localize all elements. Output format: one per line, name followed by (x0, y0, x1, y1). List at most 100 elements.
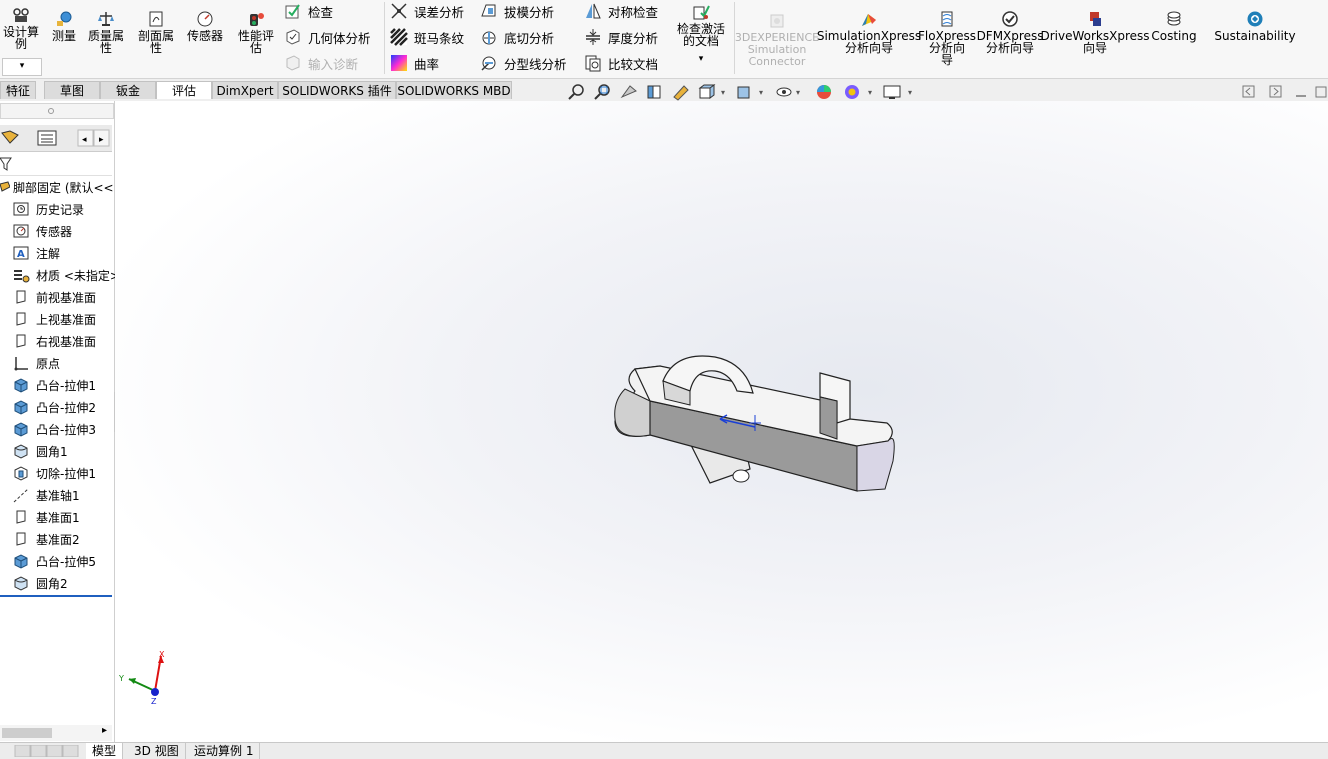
driveworksxpress-button[interactable]: DriveWorksXpress 向导 (1040, 10, 1150, 54)
filter-row[interactable] (0, 153, 112, 176)
simulationxpress-label: SimulationXpress 分析向导 (816, 29, 922, 55)
costing-button[interactable]: Costing (1150, 10, 1198, 42)
featuremanager-tab-icon[interactable] (0, 129, 24, 147)
apply-scene-icon[interactable] (845, 85, 859, 99)
tab-features[interactable]: 特征 (0, 81, 36, 99)
tab-scroll-buttons[interactable] (14, 745, 86, 757)
tree-item-label: 基准轴1 (36, 488, 80, 503)
draft-analysis-button[interactable]: 拔模分析 (480, 1, 554, 21)
restore-view-icon[interactable] (1242, 85, 1255, 98)
previous-view-icon[interactable] (620, 85, 637, 99)
curvature-label: 曲率 (414, 56, 440, 72)
tree-item[interactable]: 传感器 (12, 221, 72, 241)
tree-item[interactable]: 前视基准面 (12, 287, 96, 307)
tree-item[interactable]: 凸台-拉伸5 (12, 551, 96, 571)
tree-item[interactable]: 圆角1 (12, 441, 68, 461)
panel-splitter[interactable] (0, 103, 114, 119)
import-diagnostics-button[interactable]: 输入诊断 (284, 53, 358, 73)
import-diagnostics-icon (286, 55, 300, 71)
measure-button[interactable]: 测量 (50, 10, 78, 42)
tree-item[interactable]: 圆角2 (12, 573, 68, 593)
ribbon-separator (384, 2, 385, 74)
tab-sketch[interactable]: 草图 (44, 81, 100, 99)
graphics-area[interactable]: X Y Z (115, 101, 1328, 742)
tree-item[interactable]: 上视基准面 (12, 309, 96, 329)
maximize-viewport-icon[interactable] (1315, 86, 1327, 98)
bottom-tab-3d-views[interactable]: 3D 视图 (128, 743, 186, 759)
part-model[interactable] (614, 355, 895, 492)
tree-item[interactable]: 切除-拉伸1 (12, 463, 96, 483)
plane-icon (16, 312, 26, 326)
tab-solidworks-mbd[interactable]: SOLIDWORKS MBD (396, 81, 512, 99)
section-view-icon[interactable] (647, 85, 661, 99)
design-study-button[interactable]: 设计算例 (0, 6, 42, 50)
mass-properties-button[interactable]: 质量属 性 (84, 10, 128, 54)
horizontal-scrollbar[interactable]: ▸ (0, 725, 112, 741)
tree-item[interactable]: 基准面1 (12, 507, 80, 527)
zoom-to-area-icon[interactable] (594, 84, 610, 100)
design-study-dropdown[interactable]: ▾ (2, 58, 42, 76)
parting-line-analysis-button[interactable]: 分型线分析 (480, 53, 567, 73)
sensor-button[interactable]: 传感器 (184, 10, 226, 42)
hide-show-items-icon[interactable] (776, 87, 792, 97)
compare-documents-button[interactable]: 比较文档 (584, 53, 658, 73)
tree-item[interactable]: 原点 (12, 353, 60, 373)
zebra-stripes-button[interactable]: 斑马条纹 (390, 27, 464, 47)
tree-item[interactable]: 凸台-拉伸3 (12, 419, 96, 439)
scrollbar-thumb[interactable] (2, 728, 52, 738)
tree-item[interactable]: 基准轴1 (12, 485, 80, 505)
bottom-tab-model[interactable]: 模型 (86, 743, 124, 759)
dynamic-annotation-icon[interactable] (673, 85, 689, 101)
tree-item[interactable]: A 注解 (12, 243, 60, 263)
tree-item-label: 圆角1 (36, 444, 68, 459)
check-label: 检查 (308, 4, 334, 20)
check-button[interactable]: 检查 (284, 1, 333, 21)
bottom-tab-motion-study[interactable]: 运动算例 1 (188, 743, 261, 759)
tree-item-label: 历史记录 (36, 202, 85, 217)
rollback-bar[interactable] (0, 595, 112, 597)
tree-item[interactable]: 材质 <未指定> (12, 265, 120, 285)
section-properties-button[interactable]: 剖面属 性 (134, 10, 178, 54)
tree-item[interactable]: 基准面2 (12, 529, 80, 549)
tab-dimxpert[interactable]: DimXpert (212, 81, 278, 99)
zoom-to-fit-icon[interactable] (568, 84, 584, 100)
check-active-document-dropdown-icon[interactable]: ▾ (699, 53, 704, 65)
tab-sheet-metal[interactable]: 钣金 (100, 81, 156, 99)
view-orientation-icon[interactable] (698, 84, 716, 99)
symmetry-check-button[interactable]: 对称检查 (584, 1, 658, 21)
svg-text:A: A (17, 249, 25, 260)
sustainability-button[interactable]: Sustainability (1210, 10, 1300, 42)
annotation-icon: A (13, 246, 29, 260)
tab-solidworks-addins[interactable]: SOLIDWORKS 插件 (278, 81, 396, 99)
part-icon (0, 181, 10, 192)
tree-item[interactable]: 右视基准面 (12, 331, 96, 351)
tree-item[interactable]: 历史记录 (12, 199, 84, 219)
view-settings-icon[interactable] (883, 85, 901, 99)
deviation-analysis-button[interactable]: 误差分析 (390, 1, 464, 21)
performance-evaluation-button[interactable]: 性能评 估 (234, 10, 278, 54)
3dexperience-simulation-connector-button[interactable]: 3DEXPERIENCE Simulation Connector (735, 12, 819, 68)
tab-evaluate[interactable]: 评估 (156, 81, 212, 99)
tree-root-part[interactable]: 脚部固定 (默认<< (0, 177, 114, 197)
check-active-document-button[interactable]: 检查激活 的文档 ▾ (672, 3, 730, 65)
undercut-analysis-button[interactable]: 底切分析 (480, 27, 554, 47)
thickness-analysis-button[interactable]: 厚度分析 (584, 27, 658, 47)
boss-extrude-icon (14, 554, 28, 569)
simulationxpress-button[interactable]: SimulationXpress 分析向导 (817, 10, 921, 54)
check-active-document-label: 检查激活 的文档 (676, 22, 725, 48)
geometry-analysis-button[interactable]: 几何体分析 (284, 27, 371, 47)
check-active-document-icon (693, 5, 710, 20)
cut-extrude-icon (14, 466, 28, 481)
tree-item[interactable]: 凸台-拉伸1 (12, 375, 96, 395)
edit-appearance-icon[interactable] (817, 85, 831, 99)
scroll-right-icon[interactable]: ▸ (102, 725, 107, 736)
dfmxpress-button[interactable]: DFMXpress 分析向导 (977, 10, 1043, 54)
floxpress-button[interactable]: FloXpress 分析向 导 (918, 10, 976, 66)
display-style-icon[interactable] (737, 86, 750, 99)
curvature-button[interactable]: 曲率 (390, 53, 439, 73)
check-icon (285, 4, 300, 19)
tile-view-icon[interactable] (1269, 85, 1282, 98)
panel-tab-scroll[interactable]: ◂ ▸ (72, 129, 112, 147)
tree-item[interactable]: 凸台-拉伸2 (12, 397, 96, 417)
propertymanager-tab-icon[interactable] (36, 129, 60, 147)
